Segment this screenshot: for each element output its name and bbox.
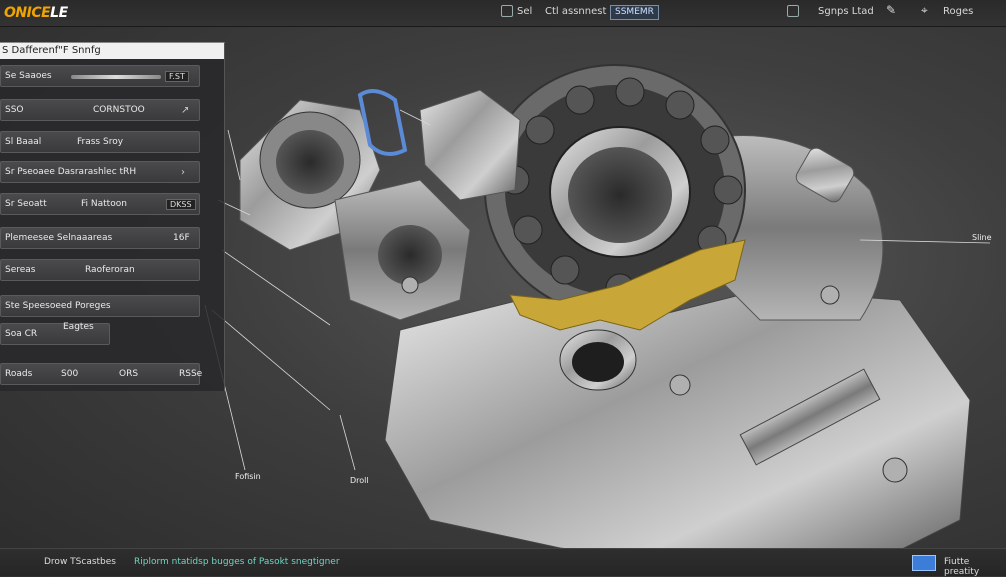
property-value: 16F [173, 233, 190, 243]
tab-select[interactable]: Sel [517, 6, 532, 17]
property-value: RSSe [179, 369, 203, 379]
app-logo: ONICELE [4, 5, 68, 21]
property-row[interactable]: Sereas Raoferoran [0, 259, 200, 281]
property-value: Eagtes [63, 322, 94, 332]
property-label: Sl Baaal [5, 137, 42, 147]
callout-label: Fofisin [235, 472, 261, 481]
properties-panel: S Dafferenf"F Snnfg Se Saaoes F.ST SSO C… [0, 42, 225, 391]
property-row[interactable]: Se Saaoes F.ST [0, 65, 200, 87]
property-value: Raoferoran [85, 265, 135, 275]
property-chip: DKSS [166, 199, 196, 210]
menu-settings[interactable]: Sgnps Ltad [818, 6, 874, 17]
exploded-parts [239, 89, 521, 321]
status-bar: Drow TScastbes Riplorm ntatidsp bugges o… [0, 548, 1006, 577]
property-value: Fi Nattoon [81, 199, 127, 209]
property-row[interactable]: Roads S00 ORS RSSe [0, 363, 203, 385]
panel-title: S Dafferenf"F Snnfg [0, 43, 224, 59]
property-label: SSO [5, 105, 24, 115]
property-row[interactable]: Soa CR Eagtes [0, 322, 110, 345]
property-row[interactable]: Plemeesee Selnaaareas 16F [0, 227, 200, 249]
callout-label: Sline [972, 233, 992, 242]
property-label: Roads [5, 369, 33, 379]
tool-icon[interactable]: ✎ [886, 3, 896, 17]
property-slider[interactable] [71, 75, 161, 79]
property-label: Soa CR [5, 329, 38, 339]
property-value: S00 [61, 369, 79, 379]
property-row[interactable]: Ste Speesoeed Poreges [0, 295, 200, 317]
property-chip: F.ST [165, 71, 189, 82]
pin-icon[interactable]: ⌖ [921, 3, 928, 18]
property-row[interactable]: Sr Pseoaee Dasrarashlec tRH › [0, 161, 200, 183]
property-row[interactable]: Sl Baaal Frass Sroy [0, 131, 200, 153]
property-label: Ste Speesoeed Poreges [5, 301, 111, 311]
select-icon[interactable] [501, 5, 513, 17]
engine-block [384, 289, 971, 566]
tab-assemble[interactable]: Ctl assnnest [545, 6, 606, 17]
property-label: Sr Seoatt [5, 199, 47, 209]
property-label: Plemeesee Selnaaareas [5, 233, 113, 243]
status-right[interactable]: Fiutte preatity [944, 557, 1006, 577]
status-left[interactable]: Drow TScastbes [44, 557, 116, 567]
property-label: Sereas [5, 265, 36, 275]
expand-icon[interactable]: ↗ [181, 105, 189, 116]
property-row[interactable]: Sr Seoatt Fi Nattoon DKSS [0, 193, 200, 215]
callout-label: Droll [350, 476, 369, 485]
menu-render[interactable]: Roges [943, 6, 973, 17]
property-label: Se Saaoes [5, 71, 52, 81]
mode-badge[interactable]: SSMEMR [610, 5, 659, 20]
chevron-right-icon[interactable]: › [181, 167, 185, 178]
property-value: Frass Sroy [77, 137, 124, 147]
property-row[interactable]: SSO CORNSTOO ↗ [0, 99, 200, 121]
status-message: Riplorm ntatidsp bugges of Pasokt snegti… [134, 557, 340, 567]
top-toolbar: ONICELE Sel Ctl assnnest SSMEMR Sgnps Lt… [0, 0, 1006, 27]
save-icon[interactable] [787, 5, 799, 17]
property-value: ORS [119, 369, 139, 379]
render-button[interactable] [912, 555, 936, 571]
property-value: CORNSTOO [93, 105, 145, 115]
property-label: Sr Pseoaee Dasrarashlec tRH [5, 167, 137, 177]
